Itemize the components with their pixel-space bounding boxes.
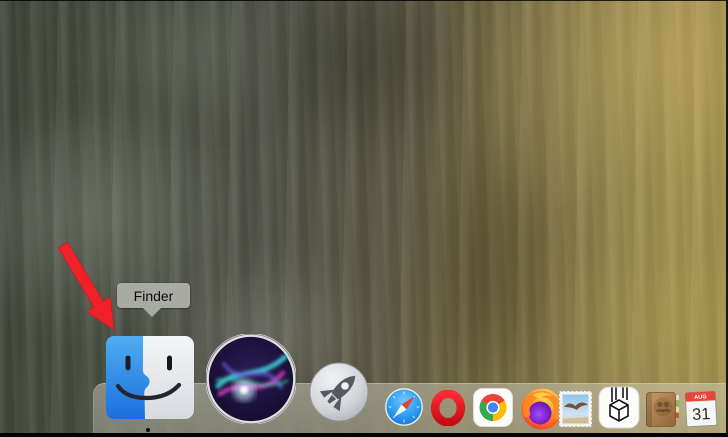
calendar-icon[interactable]: AUG 31	[684, 390, 718, 428]
chrome-icon[interactable]	[473, 388, 513, 427]
screen-border-bottom	[0, 433, 728, 437]
desktop-screen: AUG 31 Finder	[0, 0, 728, 437]
screen-border-top	[0, 0, 728, 1]
finder-running-indicator	[146, 428, 150, 432]
mail-stamp-icon[interactable]	[558, 390, 593, 428]
firefox-icon[interactable]	[521, 388, 563, 430]
tooltip: Finder	[117, 283, 190, 317]
tooltip-label: Finder	[133, 287, 174, 304]
calendar-day-label: 31	[692, 405, 711, 424]
package-box-icon[interactable]	[598, 386, 640, 429]
opera-o-icon[interactable]	[430, 390, 466, 426]
contacts-book-icon[interactable]	[645, 391, 680, 428]
red-arrow-annotation	[57, 241, 115, 331]
finder-icon[interactable]	[106, 336, 194, 419]
launchpad-rocket-icon[interactable]	[309, 362, 369, 422]
siri-icon[interactable]	[206, 334, 296, 424]
calendar-month-label: AUG	[694, 394, 707, 401]
safari-compass-icon[interactable]	[385, 388, 423, 426]
